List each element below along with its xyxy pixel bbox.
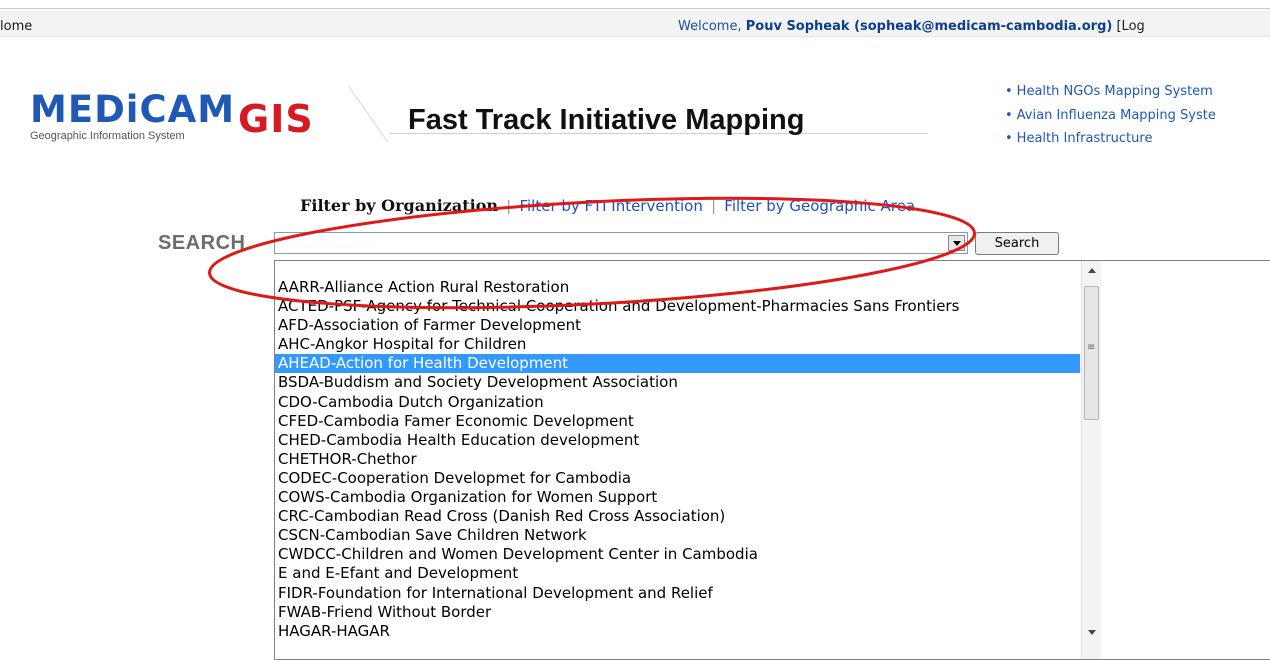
dropdown-option[interactable]: CFED-Cambodia Famer Economic Development — [275, 412, 1080, 431]
user-name: Pouv Sopheak (sopheak@medicam-cambodia.o… — [745, 19, 1113, 34]
dropdown-option[interactable]: FWAB-Friend Without Border — [275, 603, 1080, 622]
vertical-scrollbar[interactable] — [1081, 261, 1101, 659]
home-link[interactable]: lome — [0, 19, 32, 34]
dropdown-option[interactable]: CSCN-Cambodian Save Children Network — [275, 526, 1080, 545]
logout-link[interactable]: [Log — [1116, 19, 1144, 34]
dropdown-option[interactable]: AHC-Angkor Hospital for Children — [275, 335, 1080, 354]
dropdown-option[interactable]: CHETHOR-Chethor — [275, 450, 1080, 469]
dropdown-option[interactable]: ACTED-PSF-Agency for Technical Cooperati… — [275, 297, 1080, 316]
side-link-avian-influenza[interactable]: • Avian Influenza Mapping Syste — [1005, 104, 1216, 128]
bullet-icon: • — [1005, 84, 1013, 99]
organization-combobox[interactable] — [274, 232, 968, 254]
filter-tabs: Filter by Organization | Filter by FTI I… — [300, 196, 915, 215]
header-slash-divider — [348, 86, 389, 142]
search-label: SEARCH — [158, 232, 246, 254]
dropdown-option[interactable]: FIDR-Foundation for International Develo… — [275, 584, 1080, 603]
welcome-prefix: Welcome, — [678, 19, 746, 34]
dropdown-option[interactable]: AHEAD-Action for Health Development — [275, 354, 1080, 374]
side-link-label: Avian Influenza Mapping Syste — [1016, 107, 1216, 123]
side-link-label: Health NGOs Mapping System — [1016, 84, 1213, 99]
side-link-label: Health Infrastructure — [1016, 131, 1153, 146]
dropdown-option[interactable]: E and E-Efant and Development — [275, 564, 1080, 583]
top-divider — [0, 8, 1270, 9]
filter-separator: | — [711, 198, 716, 215]
side-link-health-ngos[interactable]: • Health NGOs Mapping System — [1005, 80, 1216, 104]
filter-separator: | — [506, 198, 511, 215]
bullet-icon: • — [1005, 107, 1013, 123]
dropdown-option[interactable]: CHED-Cambodia Health Education developme… — [275, 431, 1080, 450]
side-link-health-infrastructure[interactable]: • Health Infrastructure — [1005, 127, 1216, 151]
bullet-icon: • — [1005, 131, 1013, 146]
side-links: • Health NGOs Mapping System • Avian Influ… — [1005, 80, 1216, 151]
dropdown-option[interactable]: CDO-Cambodia Dutch Organization — [275, 393, 1080, 412]
filter-by-fti-intervention-link[interactable]: Filter by FTI Intervention — [519, 197, 702, 215]
filter-by-organization-tab[interactable]: Filter by Organization — [300, 196, 498, 215]
dropdown-option[interactable]: COWS-Cambodia Organization for Women Sup… — [275, 488, 1080, 507]
medicam-logo: MEDiCAM — [30, 88, 236, 131]
welcome-text: Welcome, Pouv Sopheak (sopheak@medicam-c… — [678, 19, 1145, 34]
dropdown-option[interactable]: CODEC-Cooperation Developmet for Cambodi… — [275, 469, 1080, 488]
chevron-down-icon[interactable] — [948, 235, 965, 251]
gis-logo: GIS — [238, 97, 314, 141]
options-list: AARR-Alliance Action Rural Restoration AC… — [275, 278, 1080, 641]
dropdown-option[interactable]: CRC-Cambodian Read Cross (Danish Red Cro… — [275, 507, 1080, 526]
dropdown-option[interactable]: AARR-Alliance Action Rural Restoration — [275, 278, 1080, 297]
scrollbar-thumb[interactable] — [1084, 286, 1099, 420]
search-button[interactable]: Search — [975, 232, 1059, 255]
organization-dropdown-list[interactable]: AARR-Alliance Action Rural Restoration AC… — [274, 260, 1270, 660]
filter-by-geographic-area-link[interactable]: Filter by Geographic Area — [724, 197, 915, 215]
logo-subtitle: Geographic Information System — [30, 130, 185, 142]
dropdown-option[interactable]: CWDCC-Children and Women Development Cen… — [275, 545, 1080, 564]
dropdown-option[interactable]: BSDA-Buddism and Society Development Ass… — [275, 373, 1080, 392]
dropdown-option[interactable]: HAGAR-HAGAR — [275, 622, 1080, 641]
scroll-up-arrow-icon[interactable] — [1082, 261, 1101, 279]
scroll-down-arrow-icon[interactable] — [1082, 623, 1101, 641]
page-title: Fast Track Initiative Mapping — [408, 104, 805, 136]
dropdown-option[interactable]: AFD-Association of Farmer Development — [275, 316, 1080, 335]
